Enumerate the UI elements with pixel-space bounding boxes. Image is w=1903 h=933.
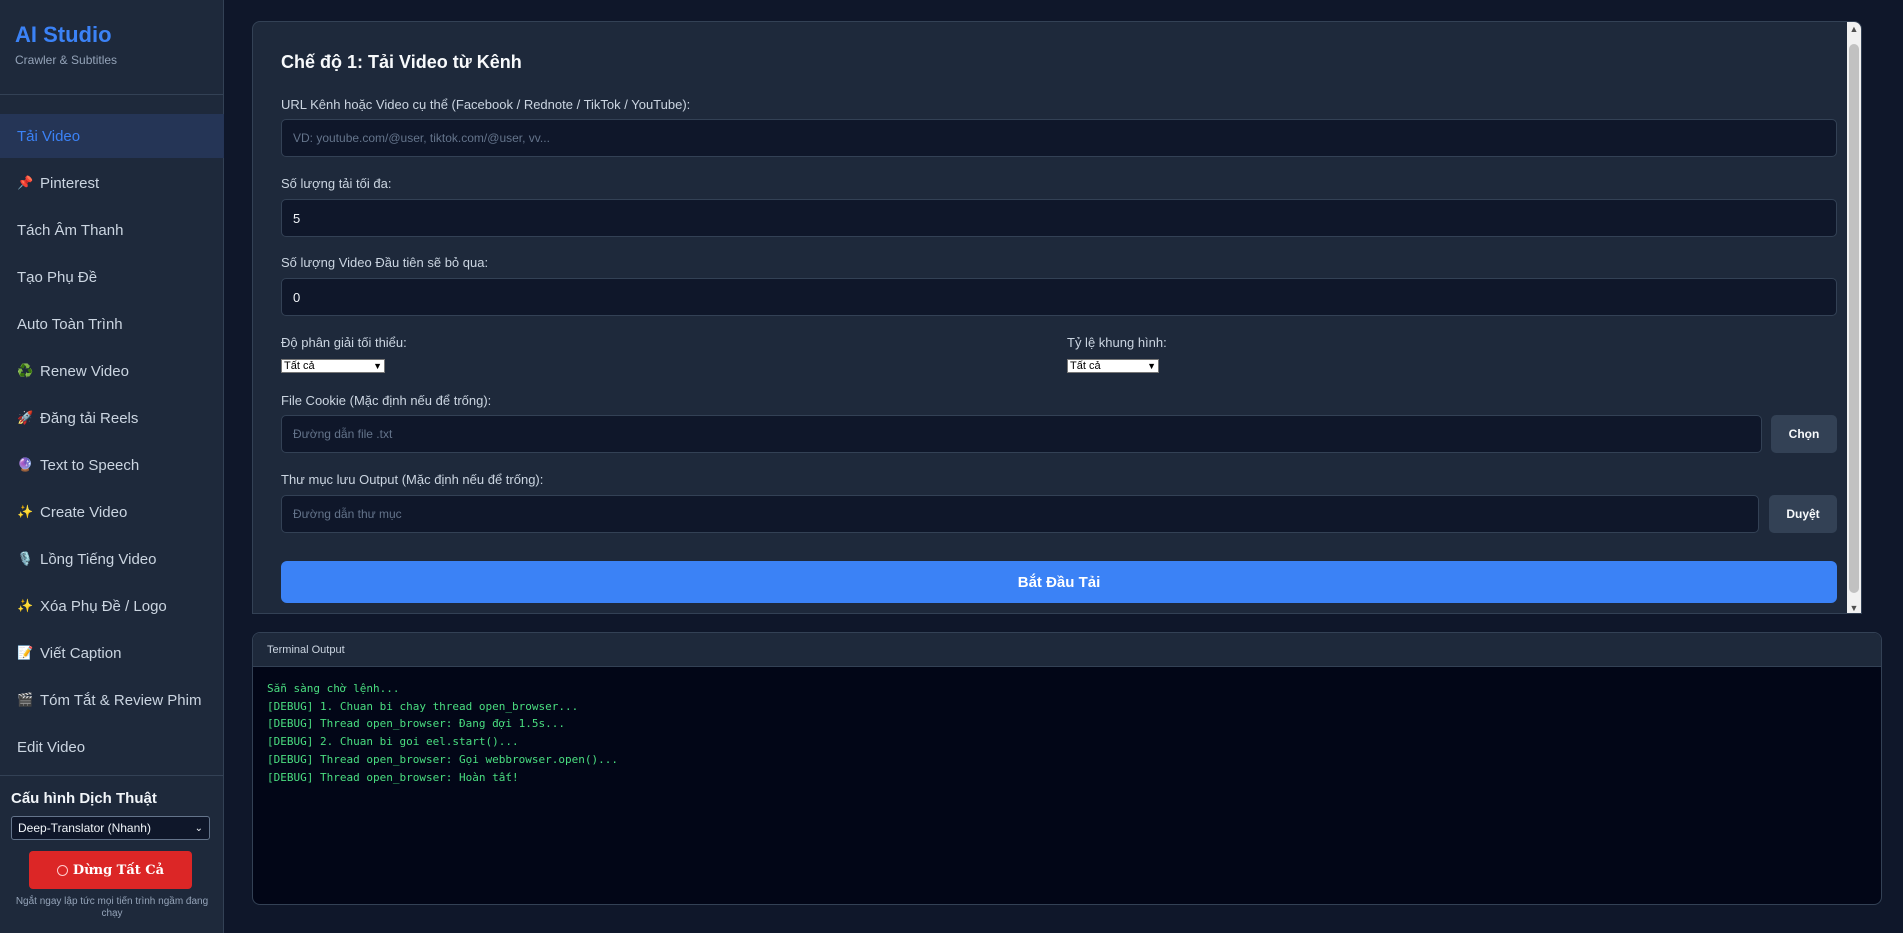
sidebar-nav: Tải Video 📌 Pinterest Tách Âm Thanh Tạo P… <box>0 114 224 772</box>
scroll-down-icon[interactable]: ▼ <box>1849 603 1859 613</box>
crystal-ball-icon: 🔮 <box>17 457 34 472</box>
sidebar-item-label: Đăng tải Reels <box>40 409 139 427</box>
brand: AI Studio Crawler & Subtitles <box>0 0 223 95</box>
sidebar-item-label: Tách Âm Thanh <box>17 221 124 239</box>
output-path-input[interactable]: Đường dẫn thư mục <box>281 495 1759 533</box>
sidebar-item-post-reels[interactable]: 🚀 Đăng tải Reels <box>0 396 224 440</box>
sparkles-icon: ✨ <box>17 598 34 613</box>
choose-cookie-button[interactable]: Chọn <box>1771 415 1837 453</box>
sidebar-item-write-caption[interactable]: 📝 Viết Caption <box>0 631 224 675</box>
resolution-select-value: Tất cả <box>284 360 315 372</box>
log-line: Sẵn sàng chờ lệnh... <box>267 682 400 695</box>
app-title: AI Studio <box>15 22 112 47</box>
sidebar-item-auto-pipeline[interactable]: Auto Toàn Trình <box>0 302 224 346</box>
url-label: URL Kênh hoặc Video cụ thể (Facebook / R… <box>281 97 691 112</box>
sidebar-item-label: Text to Speech <box>40 456 140 474</box>
scroll-up-icon[interactable]: ▲ <box>1849 24 1859 34</box>
sidebar-item-renew-video[interactable]: ♻️ Renew Video <box>0 349 224 393</box>
sidebar-item-label: Renew Video <box>40 362 129 380</box>
cookie-label: File Cookie (Mặc định nếu để trống): <box>281 393 492 408</box>
log-line: [DEBUG] 1. Chuan bi chay thread open_bro… <box>267 699 579 713</box>
browse-output-button[interactable]: Duyệt <box>1769 495 1837 533</box>
panel-scrollbar[interactable]: ▲ ▼ <box>1847 22 1861 613</box>
rocket-icon: 🚀 <box>17 410 34 425</box>
stop-all-label: Dừng Tất Cả <box>72 862 165 878</box>
sidebar-item-label: Auto Toàn Trình <box>17 315 123 333</box>
sidebar-item-remove-subtitle-logo[interactable]: ✨ Xóa Phụ Đề / Logo <box>0 584 224 628</box>
stop-all-button[interactable]: Dừng Tất Cả <box>29 851 192 889</box>
sidebar-item-text-to-speech[interactable]: 🔮 Text to Speech <box>0 443 224 487</box>
sidebar-item-movie-review[interactable]: 🎬 Tóm Tắt & Review Phim <box>0 678 224 722</box>
translation-heading: Cấu hình Dịch Thuật <box>11 790 157 807</box>
sparkles-icon: ✨ <box>17 504 34 519</box>
sidebar: AI Studio Crawler & Subtitles Tải Video … <box>0 0 224 933</box>
stop-circle-icon <box>56 864 68 876</box>
output-label: Thư mục lưu Output (Mặc định nếu để trốn… <box>281 472 544 487</box>
translator-select-value: Deep-Translator (Nhanh) <box>18 821 151 835</box>
max-count-label: Số lượng tải tối đa: <box>281 176 392 191</box>
scrollbar-thumb[interactable] <box>1849 44 1859 593</box>
skip-count-label: Số lượng Video Đầu tiên sẽ bỏ qua: <box>281 255 489 270</box>
sidebar-item-label: Tóm Tắt & Review Phim <box>40 691 202 709</box>
cookie-path-input[interactable]: Đường dẫn file .txt <box>281 415 1762 453</box>
aspect-select[interactable]: Tất cả ▼ <box>1067 359 1159 373</box>
sidebar-item-label: Lồng Tiếng Video <box>40 550 157 568</box>
microphone-icon: 🎙️ <box>17 551 34 566</box>
skip-count-input[interactable]: 0 <box>281 278 1837 316</box>
sidebar-item-label: Tạo Phụ Đề <box>17 268 98 286</box>
pushpin-icon: 📌 <box>17 175 34 190</box>
sidebar-item-label: Edit Video <box>17 738 86 756</box>
page-title: Chế độ 1: Tải Video từ Kênh <box>281 52 522 72</box>
start-download-button[interactable]: Bắt Đầu Tải <box>281 561 1837 603</box>
sidebar-item-dub-video[interactable]: 🎙️ Lồng Tiếng Video <box>0 537 224 581</box>
translator-select[interactable]: Deep-Translator (Nhanh) ⌄ <box>11 816 210 840</box>
translation-config: Cấu hình Dịch Thuật Deep-Translator (Nha… <box>0 775 224 933</box>
sidebar-item-label: Pinterest <box>40 174 100 192</box>
chevron-down-icon: ▼ <box>1147 361 1156 371</box>
aspect-select-value: Tất cả <box>1070 360 1101 372</box>
recycle-icon: ♻️ <box>17 363 34 378</box>
log-line: [DEBUG] Thread open_browser: Đang đợi 1.… <box>267 717 566 731</box>
log-line: [DEBUG] Thread open_browser: Hoàn tất! <box>267 770 519 784</box>
memo-icon: 📝 <box>17 645 34 660</box>
chevron-down-icon: ▼ <box>373 361 382 371</box>
aspect-label: Tỷ lệ khung hình: <box>1067 335 1167 350</box>
log-line: [DEBUG] 2. Chuan bi goi eel.start()... <box>267 735 519 749</box>
sidebar-item-edit-video[interactable]: Edit Video <box>0 725 224 769</box>
log-line: [DEBUG] Thread open_browser: Gọi webbrow… <box>267 752 618 766</box>
max-count-input[interactable]: 5 <box>281 199 1837 237</box>
terminal-title: Terminal Output <box>253 633 1881 667</box>
sidebar-item-label: Tải Video <box>17 127 81 145</box>
download-panel: Chế độ 1: Tải Video từ Kênh URL Kênh hoặ… <box>252 21 1862 614</box>
url-input[interactable]: VD: youtube.com/@user, tiktok.com/@user,… <box>281 119 1837 157</box>
resolution-label: Độ phân giải tối thiểu: <box>281 335 407 350</box>
terminal-output: Terminal Output Sẵn sàng chờ lệnh... [DE… <box>252 632 1882 905</box>
sidebar-item-create-video[interactable]: ✨ Create Video <box>0 490 224 534</box>
sidebar-item-create-subtitle[interactable]: Tạo Phụ Đề <box>0 255 224 299</box>
clapperboard-icon: 🎬 <box>17 692 34 707</box>
sidebar-item-label: Xóa Phụ Đề / Logo <box>40 597 167 615</box>
sidebar-item-label: Create Video <box>40 503 128 521</box>
sidebar-item-pinterest[interactable]: 📌 Pinterest <box>0 161 224 205</box>
terminal-log: Sẵn sàng chờ lệnh... [DEBUG] 1. Chuan bi… <box>253 667 1881 799</box>
stop-note: Ngắt ngay lập tức mọi tiến trình ngầm đa… <box>15 896 209 919</box>
sidebar-item-label: Viết Caption <box>40 644 122 662</box>
resolution-select[interactable]: Tất cả ▼ <box>281 359 385 373</box>
chevron-down-icon: ⌄ <box>194 822 203 834</box>
sidebar-item-download-video[interactable]: Tải Video <box>0 114 224 158</box>
app-subtitle: Crawler & Subtitles <box>15 53 118 67</box>
sidebar-item-audio-split[interactable]: Tách Âm Thanh <box>0 208 224 252</box>
